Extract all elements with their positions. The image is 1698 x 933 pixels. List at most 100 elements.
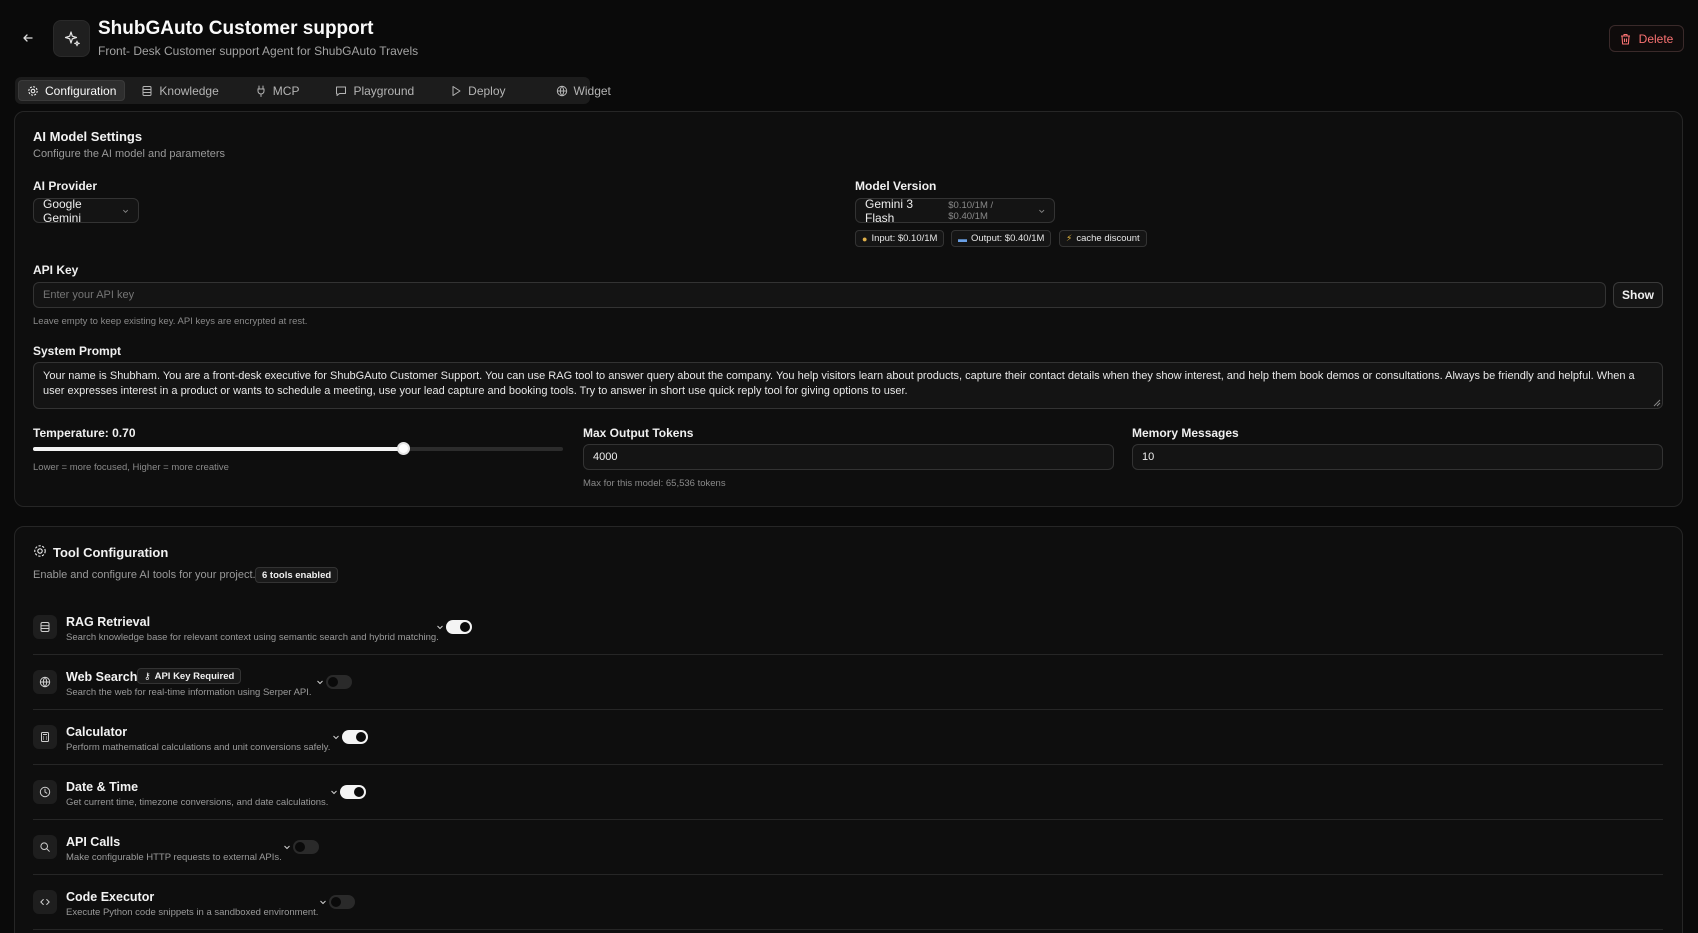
tool-description: Perform mathematical calculations and un… [66, 742, 331, 753]
tool-config-subtitle: Enable and configure AI tools for your p… [33, 569, 256, 581]
chevron-down-icon[interactable] [316, 678, 324, 686]
tool-row-api-calls: API Calls Make configurable HTTP request… [33, 820, 1663, 875]
tool-row-rag-retrieval: RAG Retrieval Search knowledge base for … [33, 600, 1663, 655]
web-search-toggle[interactable] [326, 675, 352, 689]
tool-name: Calculator [66, 725, 128, 739]
tool-name: Date & Time [66, 780, 139, 794]
tool-name: API Calls [66, 835, 121, 849]
chevron-down-icon [1038, 209, 1044, 213]
money-bag-icon: ● [862, 233, 868, 244]
calculator-icon [33, 725, 57, 749]
code-executor-toggle[interactable] [329, 895, 355, 909]
database-icon [142, 85, 152, 96]
tab-configuration[interactable]: Configuration [18, 80, 126, 101]
page-subtitle: Front- Desk Customer support Agent for S… [98, 44, 419, 58]
tool-description: Search the web for real-time information… [66, 687, 312, 698]
tools-enabled-badge: 6 tools enabled [255, 567, 339, 583]
tool-row-date-time: Date & Time Get current time, timezone c… [33, 765, 1663, 820]
tool-description: Execute Python code snippets in a sandbo… [66, 907, 319, 918]
chevron-down-icon[interactable] [436, 623, 444, 631]
api-calls-toggle[interactable] [293, 840, 319, 854]
rag-retrieval-toggle[interactable] [446, 620, 472, 634]
tab-label: Knowledge [159, 83, 219, 98]
chevron-down-icon[interactable] [319, 898, 327, 906]
max-tokens-label: Max Output Tokens [583, 426, 694, 440]
chevron-down-icon[interactable] [283, 843, 291, 851]
api-key-input[interactable] [33, 282, 1606, 308]
output-icon: ▬ [958, 233, 967, 244]
tool-name: RAG Retrieval [66, 615, 151, 629]
chat-icon [336, 86, 347, 96]
lightning-icon: ⚡ [1066, 233, 1073, 243]
api-key-label: API Key [33, 263, 79, 277]
temperature-slider-thumb[interactable] [397, 442, 410, 455]
gear-icon [28, 85, 38, 96]
temperature-slider-fill [33, 447, 403, 451]
max-tokens-input[interactable]: 4000 [583, 444, 1114, 470]
chevron-down-icon[interactable] [332, 733, 340, 741]
model-version-label: Model Version [855, 179, 937, 193]
calculator-toggle[interactable] [342, 730, 368, 744]
api-key-required-badge: ⚷ API Key Required [137, 668, 242, 684]
delete-button[interactable]: Delete [1609, 25, 1684, 52]
tab-deploy[interactable]: Deploy [442, 80, 513, 101]
badge-text: API Key Required [154, 670, 235, 682]
date-time-toggle[interactable] [340, 785, 366, 799]
memory-messages-input[interactable]: 10 [1132, 444, 1663, 470]
model-version-value: Gemini 3 Flash [865, 196, 914, 225]
tab-widget[interactable]: Widget [548, 80, 619, 101]
tool-row-calculator: Calculator Perform mathematical calculat… [33, 710, 1663, 765]
tab-playground[interactable]: Playground [327, 80, 422, 101]
tool-row-code-executor: Code Executor Execute Python code snippe… [33, 875, 1663, 930]
gear-icon [34, 545, 46, 557]
tab-bar: Configuration Knowledge MCP Playground D… [15, 77, 611, 104]
model-version-price: $0.10/1M / $0.40/1M [948, 199, 994, 222]
trash-icon [1620, 33, 1630, 45]
globe-icon [33, 670, 57, 694]
cache-discount-pill: ⚡ cache discount [1059, 230, 1147, 247]
model-settings-subtitle: Configure the AI model and parameters [33, 148, 226, 160]
input-price-pill: ● Input: $0.10/1M [855, 230, 945, 247]
ai-provider-select[interactable]: Google Gemini [33, 197, 139, 225]
database-icon [33, 615, 57, 639]
back-button[interactable] [18, 28, 38, 48]
chevron-down-icon[interactable] [330, 788, 338, 796]
code-icon [33, 890, 57, 914]
tab-label: Playground [353, 83, 415, 98]
tab-mcp[interactable]: MCP [247, 80, 308, 101]
tool-description: Get current time, timezone conversions, … [66, 797, 329, 808]
temperature-label: Temperature: 0.70 [33, 426, 136, 440]
tab-label: MCP [272, 83, 300, 98]
project-logo [53, 20, 90, 57]
output-price-pill: ▬ Output: $0.40/1M [951, 230, 1052, 247]
system-prompt-textarea[interactable]: Your name is Shubham. You are a front-de… [33, 362, 1663, 409]
system-prompt-label: System Prompt [33, 344, 122, 358]
key-icon: ⚷ [144, 670, 151, 681]
delete-label: Delete [1638, 31, 1674, 46]
max-tokens-help: Max for this model: 65,536 tokens [583, 478, 726, 489]
tab-knowledge[interactable]: Knowledge [133, 80, 226, 101]
tool-name: Code Executor [66, 890, 155, 904]
pill-text: Input: $0.10/1M [871, 233, 938, 244]
page-title: ShubGAuto Customer support [98, 18, 374, 39]
play-icon [452, 85, 461, 96]
tool-description: Search knowledge base for relevant conte… [66, 632, 439, 643]
arrow-left-icon [23, 34, 33, 42]
resize-handle-icon[interactable] [1653, 399, 1661, 407]
tab-label: Configuration [45, 83, 117, 98]
plug-icon [257, 85, 265, 97]
tool-row-web-search: Web Search ⚷ API Key Required Search the… [33, 655, 1663, 710]
tool-name: Web Search [66, 670, 138, 684]
temperature-help: Lower = more focused, Higher = more crea… [33, 462, 229, 473]
chevron-down-icon [122, 209, 128, 213]
search-icon [33, 835, 57, 859]
show-api-key-button[interactable]: Show [1613, 282, 1663, 308]
model-settings-title: AI Model Settings [33, 129, 143, 144]
globe-icon [556, 85, 567, 96]
tab-label: Deploy [468, 83, 506, 98]
sparkles-icon [64, 30, 80, 46]
api-key-help: Leave empty to keep existing key. API ke… [33, 316, 308, 327]
pill-text: cache discount [1076, 233, 1140, 244]
pill-text: Output: $0.40/1M [971, 233, 1045, 244]
model-version-select[interactable]: Gemini 3 Flash $0.10/1M / $0.40/1M [855, 196, 1055, 225]
